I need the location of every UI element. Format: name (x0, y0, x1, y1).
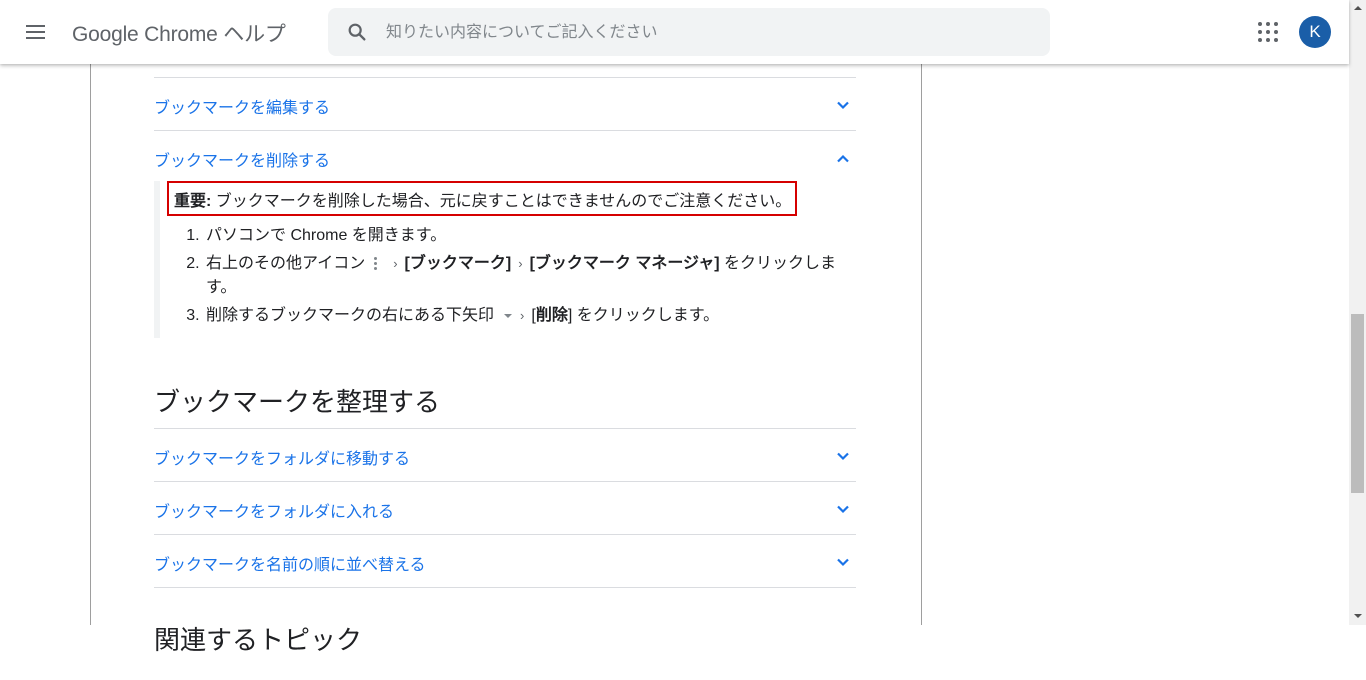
chevron-down-icon[interactable] (836, 449, 850, 463)
accordion-title[interactable]: ブックマークを編集する (154, 94, 330, 118)
accordion-put-in-folder[interactable]: ブックマークをフォルダに入れる (154, 482, 856, 534)
article-content: ブックマークを編集する ブックマークを削除する 重要: ブックマークを削除した場… (154, 64, 856, 680)
scrollbar-thumb[interactable] (1351, 314, 1364, 493)
search-box[interactable] (328, 8, 1050, 58)
section-heading-related: 関連するトピック (154, 625, 363, 655)
left-column-divider (90, 64, 91, 625)
important-text: ブックマークを削除した場合、元に戻すことはできませんのでご注意ください。 (211, 193, 792, 210)
hamburger-menu-icon (26, 25, 45, 27)
accordion-delete-bookmark[interactable]: ブックマークを削除する (154, 131, 856, 181)
important-notice: 重要: ブックマークを削除した場合、元に戻すことはできませんのでご注意ください。 (167, 181, 798, 216)
accordion-title[interactable]: ブックマークをフォルダに入れる (154, 498, 394, 522)
chevron-up-icon[interactable] (836, 152, 850, 166)
chevron-down-icon[interactable] (836, 555, 850, 569)
apps-grid-icon[interactable] (1256, 20, 1280, 44)
accordion-title[interactable]: ブックマークを名前の順に並べ替える (154, 551, 426, 575)
step-item: 右上のその他アイコン›[ブックマーク]›[ブックマーク マネージャ] をクリック… (204, 252, 856, 300)
accordion-edit-bookmark[interactable]: ブックマークを編集する (154, 78, 856, 130)
chevron-down-icon[interactable] (836, 98, 850, 112)
section-heading-organize: ブックマークを整理する (154, 387, 441, 417)
step-item: 削除するブックマークの右にある下矢印›[削除] をクリックします。 (204, 304, 856, 328)
top-app-bar: Google Chrome ヘルプ K (0, 0, 1349, 64)
divider (154, 587, 856, 588)
main-menu-button[interactable] (22, 18, 50, 46)
steps-list: パソコンで Chrome を開きます。 右上のその他アイコン›[ブックマーク]›… (160, 224, 856, 328)
accordion-panel-delete: 重要: ブックマークを削除した場合、元に戻すことはできませんのでご注意ください。… (154, 181, 856, 338)
chevron-right-icon: › (393, 256, 398, 271)
accordion-title[interactable]: ブックマークをフォルダに移動する (154, 445, 410, 469)
accordion-move-to-folder[interactable]: ブックマークをフォルダに移動する (154, 429, 856, 481)
app-title[interactable]: Google Chrome ヘルプ (72, 18, 286, 48)
search-input[interactable] (384, 8, 1028, 58)
chevron-right-icon: › (520, 308, 525, 323)
chevron-right-icon: › (518, 256, 523, 271)
accordion-sort-by-name[interactable]: ブックマークを名前の順に並べ替える (154, 535, 856, 587)
right-column-divider (921, 64, 922, 625)
scroll-down-arrow-icon[interactable] (1349, 608, 1366, 625)
accordion-title[interactable]: ブックマークを削除する (154, 147, 330, 171)
account-avatar[interactable]: K (1299, 16, 1331, 48)
scroll-up-arrow-icon[interactable] (1349, 0, 1366, 17)
important-label: 重要: (174, 193, 212, 210)
page-scrollbar[interactable] (1349, 0, 1366, 625)
search-icon[interactable] (346, 21, 368, 43)
step-item: パソコンで Chrome を開きます。 (204, 224, 856, 248)
chevron-down-icon[interactable] (836, 502, 850, 516)
dropdown-arrow-icon (504, 313, 513, 318)
more-vert-icon (373, 256, 378, 271)
